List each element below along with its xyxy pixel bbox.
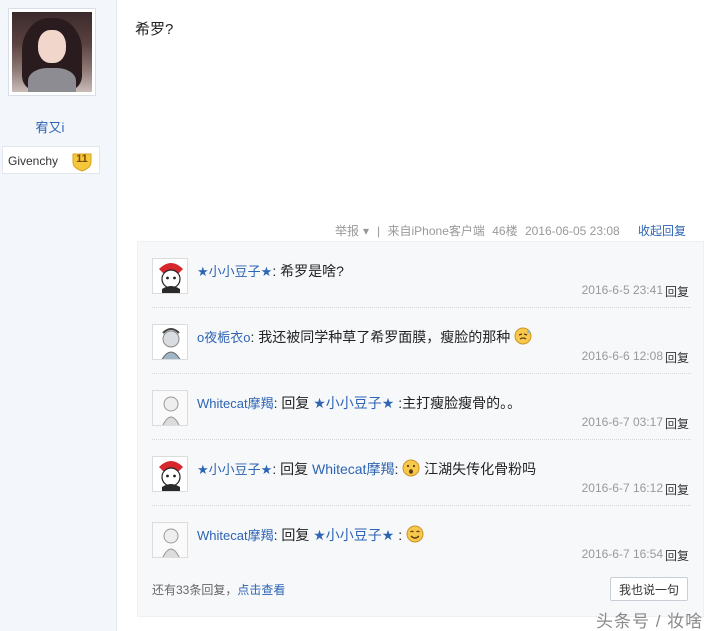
smile-emoji-icon (406, 525, 424, 543)
level-badge-icon: 11 (71, 150, 93, 172)
reply-avatar[interactable] (152, 456, 188, 492)
list-item: o夜栀衣o: 我还被同学种草了希罗面膜，瘦脸的那种 2016-6-6 12:08… (138, 308, 705, 374)
more-replies: 还有33条回复，点击查看 (152, 581, 285, 598)
reply-button[interactable]: 回复 (665, 547, 689, 564)
list-item: ★小小豆子★: 回复 Whitecat摩羯: 江湖失传化骨粉吗 2016-6-7… (138, 440, 705, 506)
reply-line: o夜栀衣o: 我还被同学种草了希罗面膜，瘦脸的那种 (197, 327, 532, 347)
reply-author[interactable]: Whitecat摩羯 (197, 396, 274, 411)
reply-time: 2016-6-7 16:12 (581, 481, 663, 495)
badge-level: 11 (76, 153, 88, 165)
reply-mention[interactable]: Whitecat摩羯 (312, 461, 394, 477)
reply-avatar[interactable] (152, 522, 188, 558)
post-datetime: 2016-06-05 23:08 (524, 224, 620, 238)
badge-name: Givenchy (8, 154, 59, 168)
reply-line: Whitecat摩羯: 回复 ★小小豆子★ : (197, 525, 424, 545)
chevron-down-icon: ▾ (363, 224, 370, 238)
reply-author[interactable]: Whitecat摩羯 (197, 528, 274, 543)
reply-author[interactable]: ★小小豆子★ (197, 264, 272, 279)
report-link[interactable]: 举报 ▾ (335, 224, 373, 238)
reply-line: ★小小豆子★: 希罗是啥? (197, 263, 344, 279)
reply-content: 希罗是啥? (280, 263, 344, 279)
sweat-emoji-icon (514, 327, 532, 345)
reply-word: 回复 (280, 461, 309, 477)
list-item: Whitecat摩羯: 回复 ★小小豆子★ : 2016-6-7 16:54 回… (138, 506, 705, 572)
username-link[interactable]: 宥又i (0, 117, 100, 136)
reply-mention[interactable]: ★小小豆子★ (313, 395, 394, 411)
post-content: 希罗? (135, 21, 174, 38)
reply-button[interactable]: 回复 (665, 481, 689, 498)
reply-time: 2016-6-7 16:54 (581, 547, 663, 561)
post-meta: 举报 ▾ | 来自iPhone客户端 46楼 2016-06-05 23:08 (335, 222, 624, 238)
reply-avatar[interactable] (152, 258, 188, 294)
reply-list: ★小小豆子★: 希罗是啥? 2016-6-5 23:41 回复 o夜栀衣o: 我… (137, 241, 704, 617)
user-sidebar: 宥又i Givenchy 11 (0, 0, 117, 631)
surprised-emoji-icon (402, 459, 420, 477)
list-item: ★小小豆子★: 希罗是啥? 2016-6-5 23:41 回复 (138, 242, 705, 308)
add-comment-button[interactable]: 我也说一句 (610, 577, 688, 601)
post-floor: 46楼 (492, 224, 518, 238)
reply-avatar[interactable] (152, 390, 188, 426)
reply-avatar[interactable] (152, 324, 188, 360)
list-item: Whitecat摩羯: 回复 ★小小豆子★ :主打瘦脸瘦骨的。。 2016-6-… (138, 374, 705, 440)
divider: | (377, 224, 381, 238)
reply-content: 我还被同学种草了希罗面膜，瘦脸的那种 (258, 329, 511, 345)
user-avatar[interactable] (8, 8, 96, 96)
view-more-link[interactable]: 点击查看 (237, 583, 285, 597)
reply-content: :主打瘦脸瘦骨的。。 (398, 395, 522, 411)
reply-line: Whitecat摩羯: 回复 ★小小豆子★ :主打瘦脸瘦骨的。。 (197, 395, 522, 411)
reply-content: : (398, 527, 403, 543)
reply-button[interactable]: 回复 (665, 415, 689, 432)
reply-author[interactable]: ★小小豆子★ (197, 462, 272, 477)
post-source: 来自iPhone客户端 (387, 224, 485, 238)
reply-time: 2016-6-5 23:41 (581, 283, 663, 297)
reply-author[interactable]: o夜栀衣o (197, 330, 250, 345)
more-replies-count: 还有33条回复， (152, 583, 238, 597)
reply-time: 2016-6-6 12:08 (581, 349, 663, 363)
reply-button[interactable]: 回复 (665, 349, 689, 366)
member-badge[interactable]: Givenchy 11 (2, 146, 100, 174)
collapse-replies-link[interactable]: 收起回复 (638, 222, 686, 239)
avatar-photo (12, 12, 92, 92)
reply-word: 回复 (281, 527, 310, 543)
reply-button[interactable]: 回复 (665, 283, 689, 300)
reply-word: 回复 (281, 395, 310, 411)
reply-time: 2016-6-7 03:17 (581, 415, 663, 429)
reply-line: ★小小豆子★: 回复 Whitecat摩羯: 江湖失传化骨粉吗 (197, 459, 537, 477)
watermark: 头条号 / 妆啥 (596, 612, 704, 631)
reply-content: 江湖失传化骨粉吗 (424, 461, 537, 477)
reply-mention[interactable]: ★小小豆子★ (313, 527, 394, 543)
